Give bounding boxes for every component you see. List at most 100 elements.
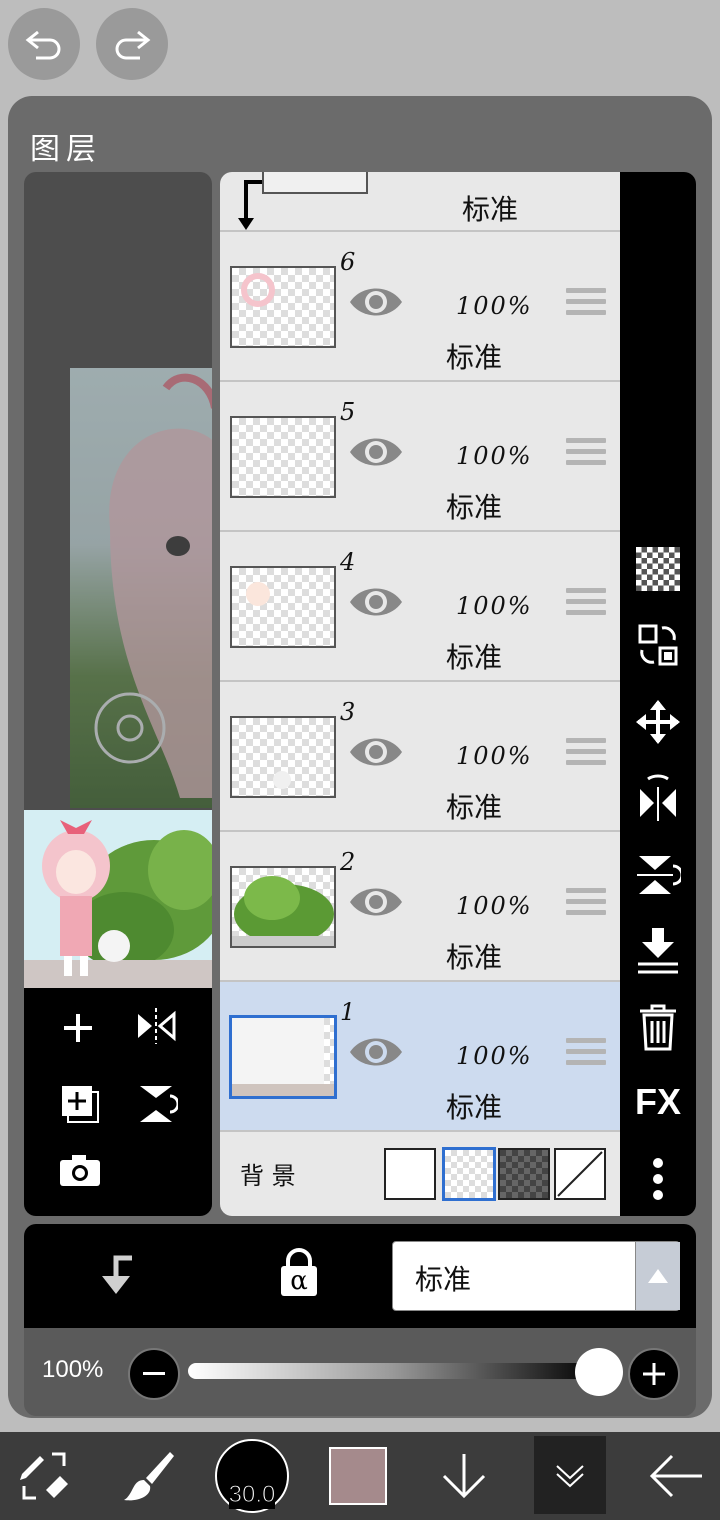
eye-icon[interactable] [348,282,404,322]
layer-list[interactable]: 标准 6 100% 标准 5 100% 标准 4 100% 标准 3 100% … [220,172,620,1216]
layer-blend-mode: 标准 [446,791,503,824]
eye-icon[interactable] [348,1032,404,1072]
drag-handle-icon[interactable] [566,888,606,921]
double-chevron-down-icon [556,1465,584,1488]
layer-number: 6 [340,248,356,276]
layer-row-selected[interactable]: 1 100% 标准 [220,982,620,1132]
blend-mode-value: 标准 [415,1263,472,1296]
add-copy-button[interactable] [60,1084,100,1128]
layer-tools: FX [620,172,696,1216]
bg-swatch-none[interactable] [554,1148,606,1200]
bg-swatch-white[interactable] [384,1148,436,1200]
layer-blend-mode: 标准 [462,193,519,226]
opacity-increase-button[interactable] [628,1348,680,1400]
brush-button[interactable] [104,1432,192,1520]
layer-number: 5 [340,398,356,426]
color-swatch [329,1447,387,1505]
opacity-decrease-button[interactable] [128,1348,180,1400]
drag-handle-icon[interactable] [566,738,606,771]
eye-icon[interactable] [348,582,404,622]
layer-row[interactable]: 3 100% 标准 [220,682,620,832]
brush-size-indicator: 30.0 [215,1439,289,1513]
blend-mode-toggle[interactable] [635,1242,680,1310]
layer-thumbnail [230,866,336,948]
clipping-button[interactable] [96,1252,136,1300]
triangle-up-icon [648,1269,668,1283]
layer-blend-mode: 标准 [446,641,503,674]
eye-icon[interactable] [348,882,404,922]
merge-down-icon [638,928,678,974]
move-button[interactable] [620,698,696,746]
pen-eraser-icon [20,1452,68,1500]
merge-down-button[interactable] [620,924,696,976]
add-copy-icon [62,1086,99,1123]
layer-row[interactable]: 4 100% 标准 [220,532,620,682]
layer-opacity: 100% [456,742,533,770]
layers-panel-toggle[interactable] [534,1436,606,1514]
brush-size-value: 30.0 [228,1481,276,1509]
checker-icon [636,547,680,591]
delete-layer-button[interactable] [620,1000,696,1054]
rotate-layer-button[interactable] [134,1082,180,1130]
blend-mode-select[interactable]: 标准 [392,1241,680,1311]
layer-blend-mode: 标准 [446,491,503,524]
checker-button[interactable] [620,546,696,592]
layer-thumbnail [229,1015,337,1099]
drag-handle-icon[interactable] [566,1038,606,1071]
panel-title: 图层 [30,132,102,167]
canvas-zoom-image [70,368,212,808]
flip-layer-button[interactable] [134,1006,178,1050]
eye-icon[interactable] [348,432,404,472]
drag-handle-icon[interactable] [566,438,606,471]
fx-button[interactable]: FX [620,1076,696,1128]
more-button[interactable] [620,1154,696,1204]
add-layer-icon [64,1014,92,1042]
drag-handle-icon[interactable] [566,588,606,621]
layer-number: 4 [340,548,356,576]
layer-opacity: 100% [456,442,533,470]
layer-down-button[interactable] [424,1432,504,1520]
canvas-thumbnail[interactable] [24,810,212,988]
camera-button[interactable] [58,1152,102,1192]
add-layer-button[interactable] [60,1010,96,1050]
brush-icon [124,1452,174,1501]
flip-horizontal-icon [640,774,676,821]
opacity-slider-track[interactable] [188,1363,598,1379]
redo-button[interactable] [96,8,168,80]
bg-swatch-dark[interactable] [498,1148,550,1200]
layer-thumbnail [230,716,336,798]
background-row: 背 景 [220,1132,620,1216]
opacity-value: 100% [42,1356,104,1383]
layer-number: 3 [340,698,356,726]
background-label: 背 景 [240,1162,296,1190]
flip-layer-icon [138,1008,176,1044]
alpha-lock-button[interactable]: α [278,1248,320,1302]
layer-row[interactable]: 5 100% 标准 [220,382,620,532]
layer-row[interactable]: 6 100% 标准 [220,232,620,382]
opacity-slider-thumb[interactable] [575,1348,623,1396]
drag-handle-icon[interactable] [566,288,606,321]
flip-horizontal-button[interactable] [620,772,696,824]
eye-icon[interactable] [348,732,404,772]
undo-button[interactable] [8,8,80,80]
layer-opacity: 100% [456,292,533,320]
back-button[interactable] [632,1432,720,1520]
layer-opacity: 100% [456,1042,533,1070]
brush-size-button[interactable]: 30.0 [212,1432,292,1520]
layer-blend-mode: 标准 [446,941,503,974]
layer-number: 2 [340,848,356,876]
layer-row-partial[interactable]: 标准 [220,172,620,232]
plus-icon [643,1363,665,1385]
flip-vertical-button[interactable] [620,850,696,900]
bg-swatch-transparent[interactable] [442,1147,496,1201]
layer-opacity: 100% [456,592,533,620]
color-button[interactable] [318,1432,398,1520]
swap-button[interactable] [620,620,696,670]
move-icon [636,700,680,744]
layer-row[interactable]: 2 100% 标准 [220,832,620,982]
swap-icon [638,624,678,666]
tool-switch-button[interactable] [0,1432,88,1520]
minus-icon [143,1372,165,1375]
layer-blend-mode: 标准 [446,1091,503,1124]
canvas-tools [24,988,212,1216]
